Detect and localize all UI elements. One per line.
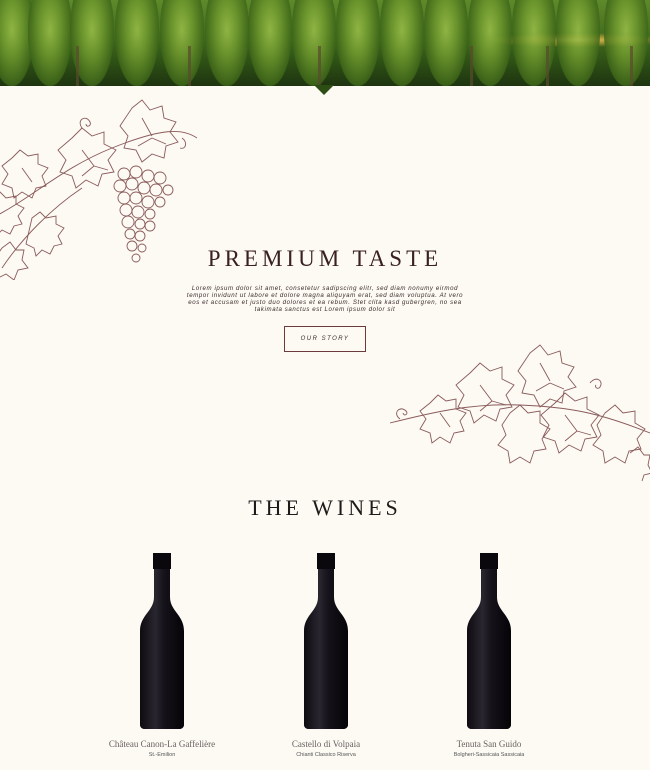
grape-vine-illustration-right xyxy=(390,344,650,482)
hero-notch xyxy=(314,85,334,95)
wine-region: St.-Emilion xyxy=(148,752,176,758)
wine-card[interactable]: Château Canon-La Gaffelière St.-Emilion xyxy=(82,553,242,758)
wine-bottle-image xyxy=(467,553,511,729)
wine-region: Bolgheri-Sassicaia Sassicaia xyxy=(453,752,525,758)
hero-vineyard-image xyxy=(0,0,650,86)
premium-taste-heading: PREMIUM TASTE xyxy=(207,246,443,271)
wine-card[interactable]: Castello di Volpaia Chianti Classico Ris… xyxy=(246,553,406,758)
the-wines-heading: THE WINES xyxy=(248,495,402,520)
wine-bottle-image xyxy=(304,553,348,729)
wine-bottle-image xyxy=(140,553,184,729)
wine-name: Château Canon-La Gaffelière xyxy=(108,739,216,749)
our-story-button[interactable]: OUR STORY xyxy=(284,326,366,352)
intro-paragraph: Lorem ipsum dolor sit amet, consetetur s… xyxy=(186,285,464,313)
wine-region: Chianti Classico Riserva xyxy=(296,752,356,758)
wine-name: Castello di Volpaia xyxy=(291,739,361,749)
wine-name: Tenuta San Guido xyxy=(456,739,522,749)
wine-card[interactable]: Tenuta San Guido Bolgheri-Sassicaia Sass… xyxy=(409,553,569,758)
